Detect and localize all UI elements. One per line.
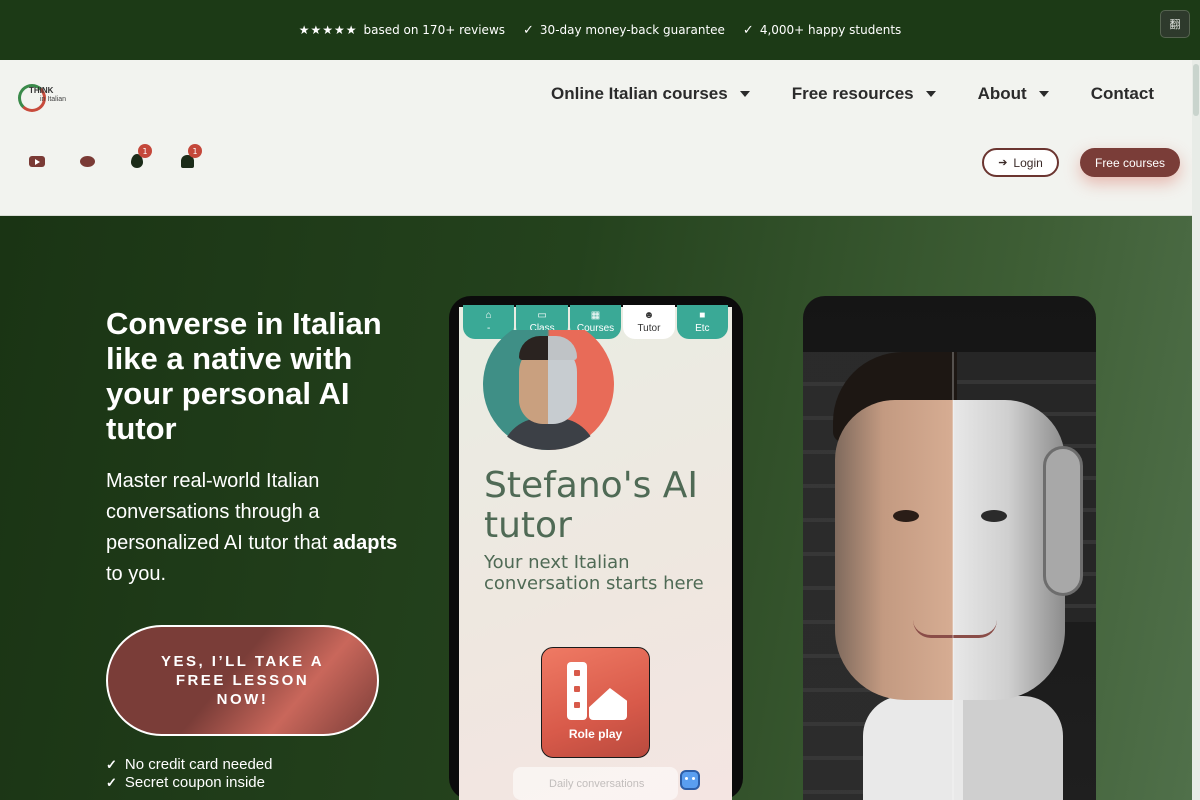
perk-text: No credit card needed <box>124 756 273 773</box>
tutor-subtitle: Your next Italian conversation starts he… <box>484 552 704 594</box>
hero-subtitle: Master real-world Italian conversations … <box>106 466 406 590</box>
login-icon: ➔ <box>998 157 1008 169</box>
home-icon: ⌂ <box>485 309 492 321</box>
guarantee-item: ✓ 30-day money-back guarantee <box>523 23 725 38</box>
grid-icon: ▦ <box>590 309 601 321</box>
daily-conversations-button[interactable]: Daily conversations <box>513 767 678 800</box>
perks-list: ✓ No credit card needed ✓ Secret coupon … <box>106 756 273 792</box>
scrollbar-thumb[interactable] <box>1193 64 1199 116</box>
guarantee-text: 30-day money-back guarantee <box>539 23 725 37</box>
perk-item: ✓ Secret coupon inside <box>106 774 273 792</box>
portrait-divider <box>952 352 954 800</box>
reddit-icon <box>79 155 95 167</box>
reviews-text: based on 170+ reviews <box>363 23 506 37</box>
chevron-down-icon <box>1038 91 1049 97</box>
headphones-icon <box>1043 446 1083 596</box>
role-play-label: Role play <box>568 727 623 741</box>
role-play-icon-bar <box>567 662 587 720</box>
free-courses-button[interactable]: Free courses <box>1080 148 1180 177</box>
nav-label: Free resources <box>791 84 914 103</box>
check-icon: ✓ <box>742 22 754 38</box>
chevron-down-icon <box>739 91 750 97</box>
rating-stars: ★★★★★ <box>298 23 358 37</box>
streak-link[interactable]: 1 <box>126 144 152 170</box>
class-icon: ▭ <box>537 309 547 321</box>
role-play-icon-shape <box>589 688 627 720</box>
tutor-avatar <box>483 330 614 450</box>
logo-text-think: THINK <box>29 86 54 95</box>
tutor-title: Stefano's AI tutor <box>484 465 699 546</box>
nav-free-resources[interactable]: Free resources <box>792 84 936 104</box>
check-icon: ✓ <box>106 757 117 772</box>
social-links: 1 1 <box>26 144 202 170</box>
site-logo[interactable]: THINK in Italian <box>18 82 68 114</box>
login-button[interactable]: ➔ Login <box>982 148 1059 177</box>
nav-contact[interactable]: Contact <box>1091 84 1154 104</box>
avatar-hair <box>519 336 577 360</box>
robot-icon: ☻ <box>643 309 655 321</box>
nav-label: About <box>977 84 1027 103</box>
scrollbar-track[interactable] <box>1192 60 1200 800</box>
role-play-icon <box>567 662 627 720</box>
folder-icon: ■ <box>699 309 706 321</box>
perk-text: Secret coupon inside <box>124 774 265 791</box>
youtube-icon <box>29 155 45 167</box>
nav-label: Contact <box>1090 84 1154 103</box>
notification-badge: 1 <box>188 144 202 158</box>
chevron-down-icon <box>925 91 936 97</box>
reviews-item: ★★★★★ based on 170+ reviews <box>299 23 505 37</box>
phone-tab-tutor[interactable]: ☻ Tutor <box>623 305 675 339</box>
login-label: Login <box>1013 155 1043 170</box>
portrait-mouth <box>913 620 997 638</box>
tab-label: Tutor <box>637 322 661 334</box>
top-announcement-bar: ★★★★★ based on 170+ reviews ✓ 30-day mon… <box>0 0 1200 60</box>
chatbot-icon[interactable] <box>680 770 700 790</box>
perk-item: ✓ No credit card needed <box>106 756 273 774</box>
portrait-human-half <box>835 400 955 700</box>
students-text: 4,000+ happy students <box>759 23 902 37</box>
hero-title: Converse in Italian like a native with y… <box>106 306 382 446</box>
hero-subtitle-text: Master real-world Italian conversations … <box>106 470 333 554</box>
translate-extension-icon[interactable]: 翻 <box>1160 10 1190 38</box>
reddit-link[interactable] <box>76 152 98 170</box>
tab-label: Etc <box>695 322 710 334</box>
logo-text-italian: in Italian <box>40 96 67 103</box>
site-header: THINK in Italian Online Italian courses … <box>0 60 1192 216</box>
nav-label: Online Italian courses <box>551 84 728 103</box>
free-lesson-cta-button[interactable]: YES, I’LL TAKE A FREE LESSON NOW! <box>106 625 379 736</box>
notification-badge: 1 <box>138 144 152 158</box>
hero-subtitle-end: to you. <box>106 563 167 585</box>
role-play-button[interactable]: Role play <box>541 647 650 758</box>
portrait-eye-right <box>981 510 1007 522</box>
portrait-shirt <box>863 696 1063 800</box>
nav-about[interactable]: About <box>978 84 1049 104</box>
check-icon: ✓ <box>106 775 117 790</box>
phone-tab-etc[interactable]: ■ Etc <box>676 305 729 339</box>
notifications-link[interactable]: 1 <box>176 144 202 170</box>
hero-subtitle-bold: adapts <box>332 532 398 554</box>
portrait-eye-left <box>893 510 919 522</box>
nav-online-italian-courses[interactable]: Online Italian courses <box>551 84 750 104</box>
check-icon: ✓ <box>523 22 534 38</box>
ai-tutor-portrait <box>803 296 1096 800</box>
main-nav: Online Italian courses Free resources Ab… <box>551 84 1154 104</box>
students-item: ✓ 4,000+ happy students <box>743 23 901 38</box>
youtube-link[interactable] <box>26 152 48 170</box>
